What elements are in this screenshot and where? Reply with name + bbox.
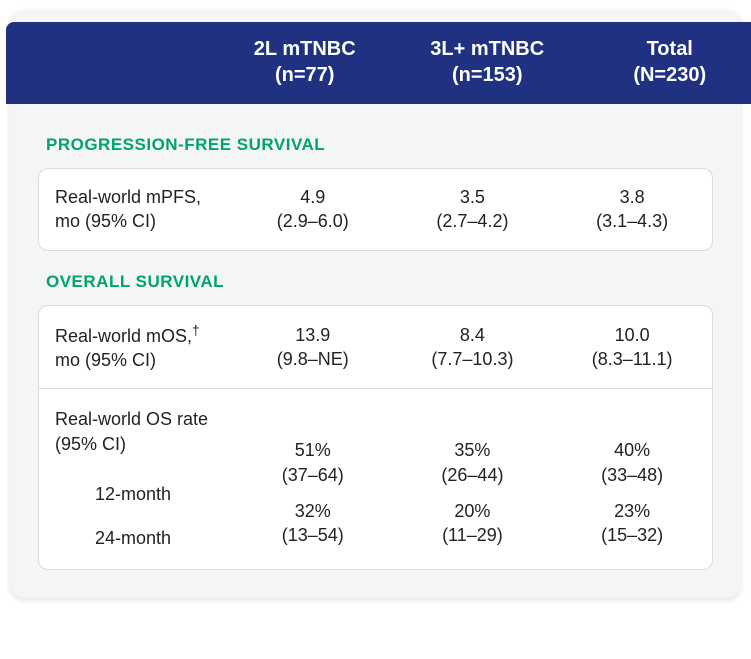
header-col3-line1: Total [647,38,693,60]
mos-2l-val: 13.9 [239,323,387,347]
mpfs-total-val: 3.8 [558,185,706,209]
header-col2-line1: 3L+ mTNBC [430,38,544,60]
header-col1-line2: (n=77) [221,62,388,88]
mos-3l-ci: (7.7–10.3) [399,347,547,371]
os-rate-2l: 51% (37–64) 32% (13–54) [233,394,393,563]
mpfs-3l-val: 3.5 [399,185,547,209]
row-os-rate: Real-world OS rate (95% CI) 12-month 24-… [39,388,712,568]
mos-total-val: 10.0 [558,323,706,347]
header-col1-line1: 2L mTNBC [254,38,356,60]
row-mpfs-label: Real-world mPFS, mo (95% CI) [39,169,233,250]
table-header: 2L mTNBC (n=77) 3L+ mTNBC (n=153) Total … [6,10,751,104]
os-rate-2l-12mo: 51% (37–64) [239,438,387,487]
os-rate-12mo-label: 12-month [95,462,225,506]
section-title-pfs: PROGRESSION-FREE SURVIVAL [38,114,713,168]
mos-total-ci: (8.3–11.1) [558,347,706,371]
mpfs-2l-val: 4.9 [239,185,387,209]
header-col-2l: 2L mTNBC (n=77) [213,22,396,104]
row-mos-label-line2: mo (95% CI) [55,348,225,372]
os-rate-total-12mo: 40% (33–48) [558,438,706,487]
os-rate-total: 40% (33–48) 23% (15–32) [552,394,712,563]
mpfs-2l-ci: (2.9–6.0) [239,209,387,233]
row-mos-label-line1: Real-world mOS,† [55,326,200,346]
os-rate-3l-24mo: 20% (11–29) [399,499,547,548]
mpfs-3l: 3.5 (2.7–4.2) [393,169,553,250]
row-mos-label: Real-world mOS,† mo (95% CI) [39,306,233,389]
mpfs-2l: 4.9 (2.9–6.0) [233,169,393,250]
os-rate-2l-24mo: 32% (13–54) [239,499,387,548]
row-mpfs-label-line2: mo (95% CI) [55,209,225,233]
os-rate-label-line1: Real-world OS rate [55,409,208,429]
os-rate-total-24mo: 23% (15–32) [558,499,706,548]
mos-total: 10.0 (8.3–11.1) [552,307,712,388]
os-rate-3l-12mo: 35% (26–44) [399,438,547,487]
header-col3-line2: (N=230) [586,62,751,88]
table-body: PROGRESSION-FREE SURVIVAL Real-world mPF… [10,104,741,598]
os-rate-3l: 35% (26–44) 20% (11–29) [393,394,553,563]
header-col-3l: 3L+ mTNBC (n=153) [396,22,579,104]
header-bar-wrap: 2L mTNBC (n=77) 3L+ mTNBC (n=153) Total … [6,22,751,104]
mos-3l-val: 8.4 [399,323,547,347]
mpfs-total-ci: (3.1–4.3) [558,209,706,233]
mos-2l: 13.9 (9.8–NE) [233,307,393,388]
mpfs-total: 3.8 (3.1–4.3) [552,169,712,250]
mos-3l: 8.4 (7.7–10.3) [393,307,553,388]
section-title-os: OVERALL SURVIVAL [38,251,713,305]
row-mos: Real-world mOS,† mo (95% CI) 13.9 (9.8–N… [39,306,712,389]
dagger-icon: † [192,323,200,338]
pfs-block: Real-world mPFS, mo (95% CI) 4.9 (2.9–6.… [38,168,713,251]
mpfs-3l-ci: (2.7–4.2) [399,209,547,233]
os-block: Real-world mOS,† mo (95% CI) 13.9 (9.8–N… [38,305,713,570]
mos-2l-ci: (9.8–NE) [239,347,387,371]
header-col2-line2: (n=153) [404,62,571,88]
header-blank [6,22,213,104]
os-rate-24mo-label: 24-month [95,506,225,550]
header-col-total: Total (N=230) [578,22,751,104]
survival-table-card: 2L mTNBC (n=77) 3L+ mTNBC (n=153) Total … [10,10,741,598]
header-chevron [743,22,751,104]
row-os-rate-label: Real-world OS rate (95% CI) 12-month 24-… [39,389,233,568]
header-bar: 2L mTNBC (n=77) 3L+ mTNBC (n=153) Total … [6,22,751,104]
os-rate-sublabels: 12-month 24-month [55,456,225,551]
row-mpfs-label-line1: Real-world mPFS, [55,187,201,207]
os-rate-label-line2: (95% CI) [55,432,225,456]
row-mpfs: Real-world mPFS, mo (95% CI) 4.9 (2.9–6.… [39,169,712,250]
